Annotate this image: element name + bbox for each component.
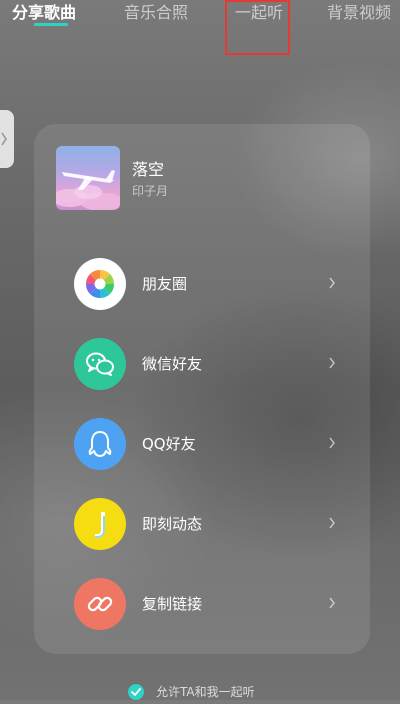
jike-icon: [74, 498, 126, 550]
chevron-right-icon: [329, 597, 335, 609]
chevron-right-icon: [329, 277, 335, 289]
share-option-label: 朋友圈: [142, 275, 188, 293]
share-option-label: 即刻动态: [142, 515, 203, 533]
tab-background-video[interactable]: 背景视频: [327, 0, 391, 26]
album-art: [56, 146, 120, 210]
share-option-label: QQ好友: [142, 435, 196, 453]
chevron-right-icon: [329, 517, 335, 529]
share-option-wechat[interactable]: 微信好友: [74, 338, 344, 390]
chevron-right-icon: [1, 132, 7, 146]
allow-listen-label: 允许TA和我一起听: [156, 685, 255, 699]
share-panel: 落空 印子月 朋友圈 微信好友 QQ好友 即刻动态 复制链接: [34, 124, 370, 654]
active-tab-indicator: [34, 23, 68, 26]
tab-music-photo[interactable]: 音乐合照: [124, 0, 188, 26]
share-option-label: 复制链接: [142, 595, 203, 613]
share-option-copy-link[interactable]: 复制链接: [74, 578, 344, 630]
share-option-moments[interactable]: 朋友圈: [74, 258, 344, 310]
allow-listen-checkbox[interactable]: [128, 684, 144, 700]
wechat-icon: [74, 338, 126, 390]
moments-icon: [74, 258, 126, 310]
qq-icon: [74, 418, 126, 470]
share-option-jike[interactable]: 即刻动态: [74, 498, 344, 550]
chevron-right-icon: [329, 437, 335, 449]
chevron-right-icon: [329, 357, 335, 369]
share-option-label: 微信好友: [142, 355, 203, 373]
share-option-qq[interactable]: QQ好友: [74, 418, 344, 470]
side-drawer-handle[interactable]: [0, 110, 14, 168]
link-icon: [74, 578, 126, 630]
top-tab-bar: 分享歌曲 音乐合照 一起听 背景视频: [0, 0, 400, 34]
song-artist: 印子月: [132, 184, 169, 198]
airplane-cloud-artwork: [56, 170, 120, 210]
checkmark-icon: [131, 688, 141, 696]
song-title: 落空: [132, 160, 165, 179]
song-info: 落空 印子月: [56, 146, 356, 210]
highlight-annotation-box: [225, 0, 290, 55]
